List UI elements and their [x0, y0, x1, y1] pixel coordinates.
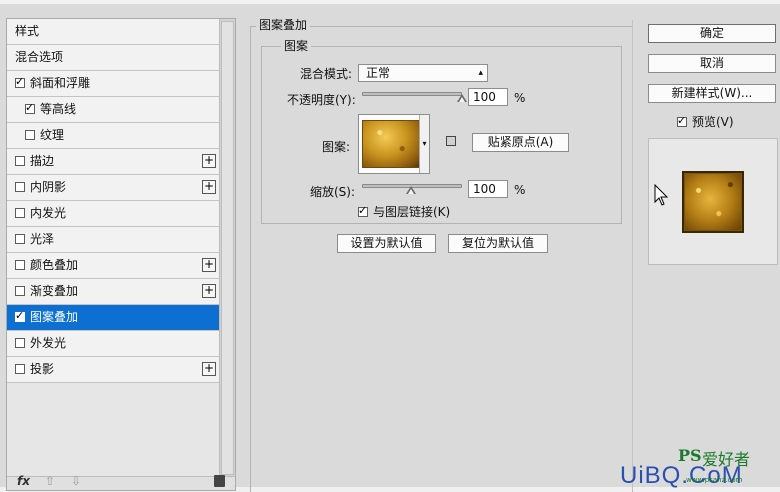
styles-header[interactable]: 样式: [7, 19, 220, 45]
style-item-checkbox[interactable]: [15, 234, 25, 244]
updown-arrow-icon: ▴: [478, 68, 483, 78]
scale-input[interactable]: 100: [468, 180, 508, 198]
trash-icon[interactable]: [214, 475, 225, 487]
style-item[interactable]: 混合选项: [7, 45, 220, 71]
scale-percent-sign: %: [514, 183, 526, 197]
styles-scrollbar-thumb[interactable]: [221, 21, 234, 475]
style-item[interactable]: 光泽: [7, 227, 220, 253]
styles-scrollbar[interactable]: [219, 19, 235, 477]
gold-pattern-swatch: [362, 120, 420, 168]
style-item-label: 渐变叠加: [30, 284, 79, 298]
styles-list-panel: 样式 混合选项斜面和浮雕等高线纹理描边 + 内阴影 + 内发光光泽颜色叠加 + 渐变叠加 + 图…: [6, 18, 236, 491]
add-instance-icon[interactable]: +: [202, 180, 216, 194]
style-item-checkbox[interactable]: [15, 74, 25, 90]
style-item[interactable]: 纹理: [7, 123, 220, 149]
blend-mode-label: 混合模式:: [300, 67, 353, 81]
opacity-percent-sign: %: [514, 91, 526, 105]
styles-list: 样式 混合选项斜面和浮雕等高线纹理描边 + 内阴影 + 内发光光泽颜色叠加 + 渐变叠加 + 图…: [7, 19, 220, 383]
style-item[interactable]: 描边 +: [7, 149, 220, 175]
style-item[interactable]: 外发光: [7, 331, 220, 357]
add-instance-icon[interactable]: +: [202, 284, 216, 298]
style-item-checkbox[interactable]: [15, 338, 25, 348]
fx-icon[interactable]: fx: [17, 474, 30, 488]
new-preset-icon[interactable]: [446, 136, 456, 146]
style-item-label: 混合选项: [15, 50, 64, 64]
style-item-checkbox[interactable]: [15, 156, 25, 166]
style-item[interactable]: 斜面和浮雕: [7, 71, 220, 97]
add-instance-icon[interactable]: +: [202, 154, 216, 168]
opacity-slider-thumb[interactable]: [457, 94, 467, 102]
style-item-label: 等高线: [40, 102, 77, 116]
opacity-slider[interactable]: [362, 92, 462, 96]
style-item[interactable]: 颜色叠加 +: [7, 253, 220, 279]
pattern-label: 图案:: [322, 140, 351, 154]
gold-preview-tile: [682, 171, 744, 233]
add-instance-icon[interactable]: +: [202, 362, 216, 376]
pattern-picker[interactable]: ▾: [358, 114, 430, 174]
blend-mode-select[interactable]: 正常 ▴: [358, 64, 488, 82]
layer-style-dialog: 样式 混合选项斜面和浮雕等高线纹理描边 + 内阴影 + 内发光光泽颜色叠加 + 渐变叠加 + 图…: [0, 0, 780, 492]
opacity-label: 不透明度(Y):: [287, 93, 356, 107]
preview-checkbox-box[interactable]: [677, 113, 687, 129]
style-item-checkbox[interactable]: [15, 308, 25, 324]
preview-checkbox[interactable]: 预览(V): [677, 113, 734, 130]
styles-footer: fx ⇧ ⇩: [7, 474, 235, 490]
style-item-label: 斜面和浮雕: [30, 76, 91, 90]
style-item[interactable]: 内阴影 +: [7, 175, 220, 201]
pattern-overlay-title: 图案叠加: [256, 16, 311, 33]
new-style-button[interactable]: 新建样式(W)...: [648, 84, 776, 103]
style-item-label: 投影: [30, 362, 55, 376]
link-with-layer-label: 与图层链接(K): [373, 205, 451, 219]
watermark: PS 爱好者 UiBQ.CoM www.psahz.com: [620, 446, 778, 490]
reset-default-button[interactable]: 复位为默认值: [448, 234, 548, 253]
style-item-checkbox[interactable]: [15, 182, 25, 192]
link-with-layer-checkbox[interactable]: 与图层链接(K): [358, 203, 450, 220]
styles-header-label: 样式: [15, 24, 40, 38]
style-item[interactable]: 渐变叠加 +: [7, 279, 220, 305]
cancel-button[interactable]: 取消: [648, 54, 776, 73]
style-item-label: 描边: [30, 154, 55, 168]
scale-slider-thumb[interactable]: [405, 186, 416, 194]
style-item-label: 内阴影: [30, 180, 67, 194]
style-item-checkbox[interactable]: [15, 260, 25, 270]
style-item[interactable]: 等高线: [7, 97, 220, 123]
style-item[interactable]: 内发光: [7, 201, 220, 227]
style-item-checkbox[interactable]: [15, 364, 25, 374]
add-instance-icon[interactable]: +: [202, 258, 216, 272]
move-down-icon[interactable]: ⇩: [71, 474, 81, 488]
style-item-label: 图案叠加: [30, 310, 79, 324]
blend-mode-value: 正常: [366, 66, 391, 80]
panel-divider: [632, 20, 633, 491]
move-up-icon[interactable]: ⇧: [45, 474, 55, 488]
style-item-label: 颜色叠加: [30, 258, 79, 272]
dropdown-arrow-icon[interactable]: ▾: [419, 115, 429, 173]
style-item-label: 外发光: [30, 336, 67, 350]
mouse-cursor-icon: [654, 184, 669, 206]
pattern-subgroup-title: 图案: [281, 37, 312, 54]
watermark-url: www.psahz.com: [686, 476, 743, 484]
style-item[interactable]: 投影 +: [7, 357, 220, 383]
scale-label: 缩放(S):: [310, 185, 356, 199]
ok-button[interactable]: 确定: [648, 24, 776, 43]
snap-to-origin-button[interactable]: 贴紧原点(A): [472, 133, 569, 152]
link-checkbox-box[interactable]: [358, 203, 368, 219]
style-item[interactable]: 图案叠加: [7, 305, 220, 331]
style-item-label: 内发光: [30, 206, 67, 220]
style-item-label: 光泽: [30, 232, 55, 246]
style-item-checkbox[interactable]: [25, 100, 35, 116]
opacity-input[interactable]: 100: [468, 88, 508, 106]
preview-label: 预览(V): [692, 115, 734, 129]
style-item-label: 纹理: [40, 128, 65, 142]
style-item-checkbox[interactable]: [15, 208, 25, 218]
set-default-button[interactable]: 设置为默认值: [337, 234, 436, 253]
style-item-checkbox[interactable]: [25, 130, 35, 140]
style-item-checkbox[interactable]: [15, 286, 25, 296]
